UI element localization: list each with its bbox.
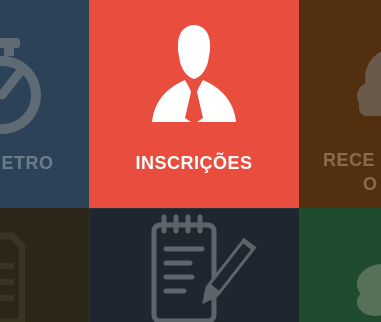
tile-inscricoes[interactable]: INSCRIÇÕES [89,0,299,208]
tile-label-line2: O [363,174,378,194]
tile-label: INSCRIÇÕES [135,153,253,173]
tile-cronometro[interactable]: NETRO [0,0,89,208]
tile-receitas[interactable]: RECE O [299,0,381,208]
user-icon [152,25,236,124]
cloud-icon [357,51,381,116]
tile-chat[interactable] [299,208,381,322]
tile-label-line1: RECE [323,150,376,170]
notepad-pencil-icon [151,214,257,322]
tile-label: NETRO [0,153,54,173]
list-icon [0,232,26,322]
stopwatch-icon [0,38,41,134]
tile-notas[interactable] [89,208,299,322]
chat-icon [357,264,381,316]
tile-lista[interactable] [0,208,89,322]
